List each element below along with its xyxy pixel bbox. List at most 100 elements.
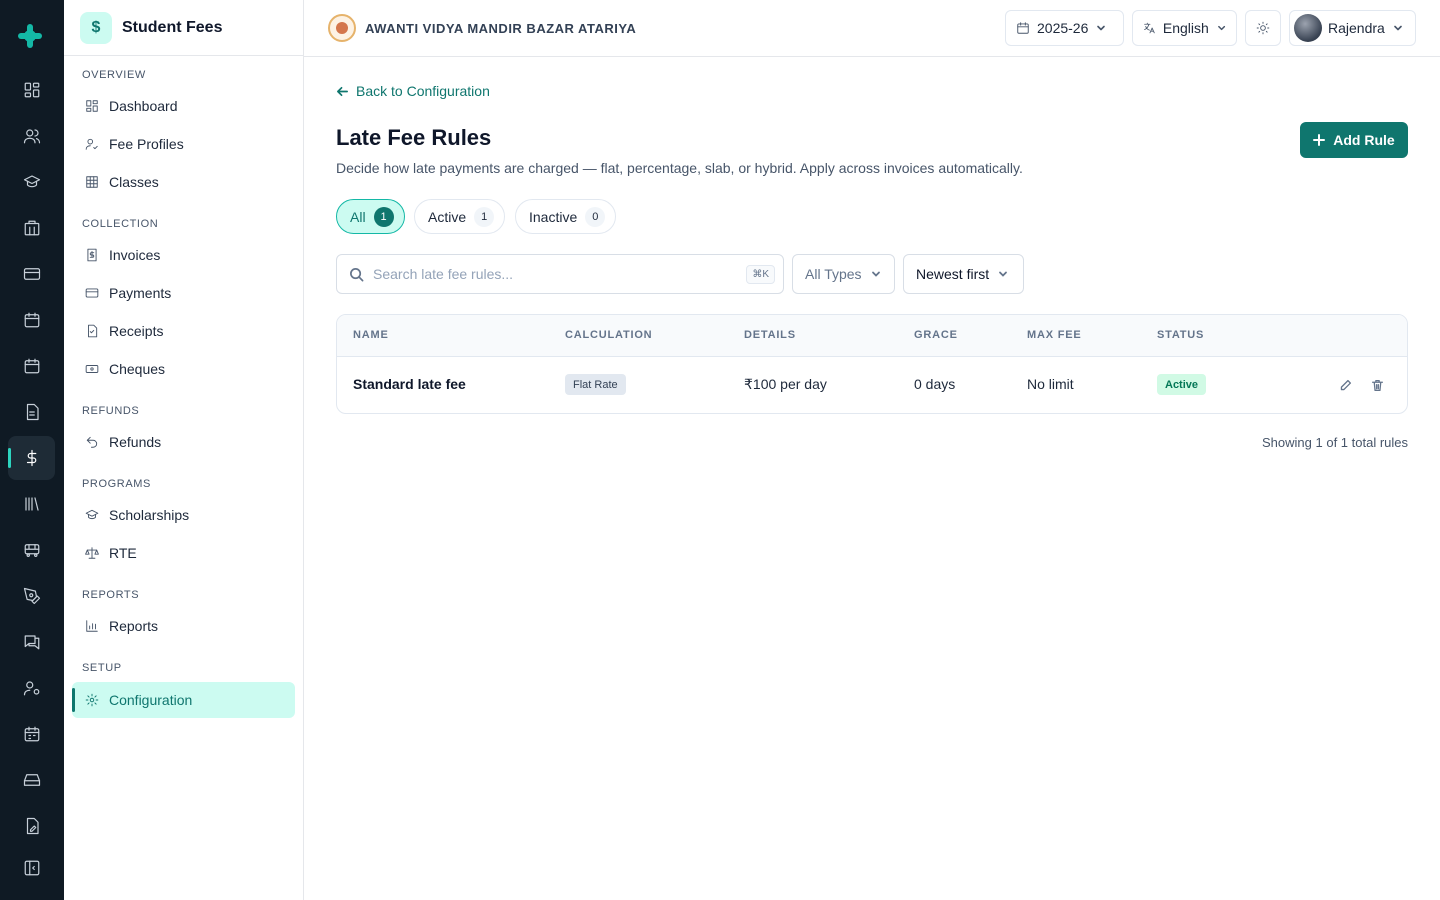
table-summary: Showing 1 of 1 total rules xyxy=(1262,435,1408,450)
back-to-configuration-link[interactable]: Back to Configuration xyxy=(336,83,490,99)
keyboard-shortcut-hint: ⌘K xyxy=(746,265,775,284)
filter-pill-active[interactable]: Active 1 xyxy=(414,199,506,234)
table-header: NAME CALCULATION DETAILS GRACE MAX FEE S… xyxy=(337,315,1407,357)
sort-select[interactable]: Newest first xyxy=(903,254,1024,294)
undo-icon xyxy=(86,436,98,448)
page-title: Late Fee Rules xyxy=(336,125,492,150)
rail-calendar-check-icon[interactable] xyxy=(20,354,44,378)
section-label-overview: OVERVIEW xyxy=(82,69,146,81)
academic-year-value: 2025-26 xyxy=(1037,20,1089,36)
search-icon xyxy=(350,267,364,281)
sidebar-item-rte[interactable]: RTE xyxy=(72,535,295,571)
sidebar-item-refunds[interactable]: Refunds xyxy=(72,424,295,460)
column-header-max-fee: MAX FEE xyxy=(1027,329,1082,341)
back-link-label: Back to Configuration xyxy=(356,83,490,99)
filter-pill-label: Inactive xyxy=(529,208,578,225)
sidebar-item-label: Payments xyxy=(109,285,172,301)
sidebar-item-label: Classes xyxy=(109,174,159,190)
theme-toggle-button[interactable] xyxy=(1245,10,1281,46)
calendar-icon xyxy=(1017,22,1029,34)
dashboard-icon xyxy=(86,100,98,112)
invoice-icon xyxy=(87,248,97,262)
user-name: Rajendra xyxy=(1328,20,1385,36)
column-header-details: DETAILS xyxy=(744,329,796,341)
rail-file-edit-icon[interactable] xyxy=(20,814,44,838)
sidebar-item-reports[interactable]: Reports xyxy=(72,608,295,644)
sidebar-item-label: Scholarships xyxy=(109,507,190,523)
filter-pill-count: 1 xyxy=(474,206,495,227)
search-input[interactable] xyxy=(373,266,733,282)
academic-year-select[interactable]: 2025-26 xyxy=(1005,10,1124,46)
chevron-down-icon xyxy=(1394,25,1402,31)
top-bar: AWANTI VIDYA MANDIR BAZAR ATARIYA 2025-2… xyxy=(304,0,1440,57)
icon-rail xyxy=(0,0,64,900)
sidebar: $ Student Fees OVERVIEW Dashboard Fee Pr… xyxy=(64,0,304,900)
bar-chart-icon xyxy=(86,620,98,632)
filter-pill-all[interactable]: All 1 xyxy=(336,199,405,234)
calculation-badge: Flat Rate xyxy=(565,374,626,395)
sun-icon xyxy=(1256,21,1270,35)
sidebar-item-label: Refunds xyxy=(109,434,162,450)
sidebar-item-cheques[interactable]: Cheques xyxy=(72,351,295,387)
rail-storage-icon[interactable] xyxy=(20,768,44,792)
language-select[interactable]: English xyxy=(1132,10,1237,46)
type-filter-select[interactable]: All Types xyxy=(792,254,895,294)
scale-icon xyxy=(85,547,99,559)
gear-icon xyxy=(85,693,99,707)
rail-dollar-icon[interactable] xyxy=(20,446,44,470)
rail-collapse-icon[interactable] xyxy=(20,856,44,880)
rail-library-icon[interactable] xyxy=(20,492,44,516)
app-logo-icon xyxy=(18,24,42,48)
rail-document-icon[interactable] xyxy=(20,400,44,424)
section-label-collection: COLLECTION xyxy=(82,218,159,230)
sidebar-item-payments[interactable]: Payments xyxy=(72,275,295,311)
rail-users-icon[interactable] xyxy=(20,124,44,148)
chevron-down-icon xyxy=(1217,25,1225,31)
dollar-icon: $ xyxy=(80,11,112,44)
cell-name: Standard late fee xyxy=(353,376,466,392)
type-filter-value: All Types xyxy=(805,266,862,282)
rail-graduation-cap-icon[interactable] xyxy=(20,170,44,194)
rail-credit-card-icon[interactable] xyxy=(20,262,44,286)
credit-card-icon xyxy=(85,288,99,298)
sidebar-item-dashboard[interactable]: Dashboard xyxy=(72,88,295,124)
user-menu-button[interactable]: Rajendra xyxy=(1289,10,1416,46)
avatar xyxy=(1294,14,1322,42)
filter-pill-inactive[interactable]: Inactive 0 xyxy=(515,199,617,234)
filter-pill-count: 1 xyxy=(373,206,394,227)
cell-details: ₹100 per day xyxy=(744,376,827,392)
sidebar-item-label: Fee Profiles xyxy=(109,136,184,152)
table-row[interactable]: Standard late fee Flat Rate ₹100 per day… xyxy=(337,357,1407,413)
section-label-refunds: REFUNDS xyxy=(82,405,140,417)
sidebar-item-fee-profiles[interactable]: Fee Profiles xyxy=(72,126,295,162)
rail-building-icon[interactable] xyxy=(20,216,44,240)
school-name: AWANTI VIDYA MANDIR BAZAR ATARIYA xyxy=(365,20,637,36)
rail-calendar-days-icon[interactable] xyxy=(20,722,44,746)
sidebar-item-invoices[interactable]: Invoices xyxy=(72,237,295,273)
sidebar-item-classes[interactable]: Classes xyxy=(72,164,295,200)
app-title: Student Fees xyxy=(122,18,223,36)
delete-rule-button[interactable] xyxy=(1368,376,1386,394)
rail-pen-tool-icon[interactable] xyxy=(20,584,44,608)
user-check-icon xyxy=(85,138,98,150)
sidebar-item-receipts[interactable]: Receipts xyxy=(72,313,295,349)
column-header-grace: GRACE xyxy=(914,329,958,341)
rail-calendar-icon[interactable] xyxy=(20,308,44,332)
translate-icon xyxy=(1144,22,1155,34)
language-value: English xyxy=(1162,20,1209,36)
sidebar-item-configuration[interactable]: Configuration xyxy=(72,682,295,718)
chevron-down-icon xyxy=(871,271,880,277)
table-icon xyxy=(86,176,98,188)
rail-dashboard-icon[interactable] xyxy=(20,78,44,102)
rail-bus-icon[interactable] xyxy=(20,538,44,562)
rail-user-settings-icon[interactable] xyxy=(20,676,44,700)
add-rule-button[interactable]: Add Rule xyxy=(1300,122,1408,158)
edit-rule-button[interactable] xyxy=(1336,376,1354,394)
column-header-status: STATUS xyxy=(1157,329,1205,341)
sidebar-item-scholarships[interactable]: Scholarships xyxy=(72,497,295,533)
rail-messages-icon[interactable] xyxy=(20,630,44,654)
filter-pill-count: 0 xyxy=(585,206,606,227)
pencil-icon xyxy=(1340,379,1351,390)
school-seal-icon xyxy=(328,14,356,42)
graduation-cap-icon xyxy=(85,509,99,520)
